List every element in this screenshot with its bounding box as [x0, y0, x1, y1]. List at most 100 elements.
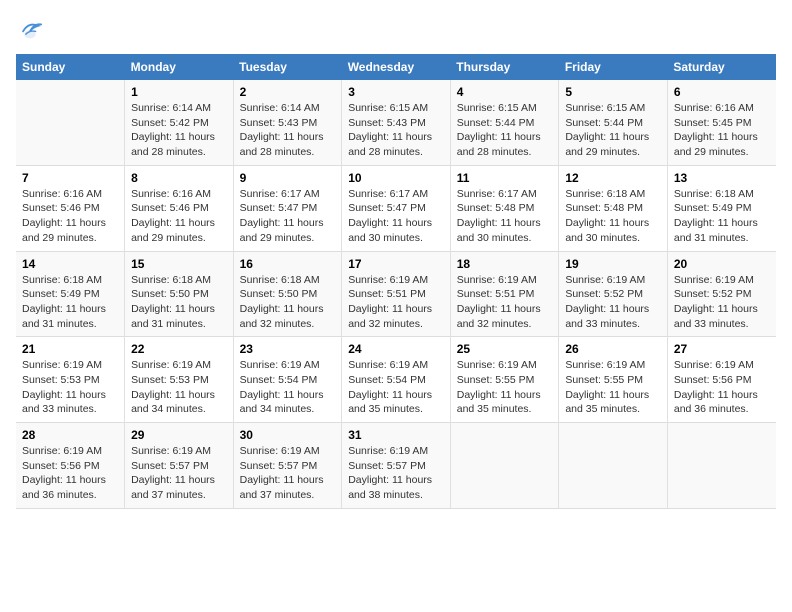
- cell-content-line: Sunset: 5:54 PM: [240, 374, 318, 386]
- cell-content-line: Sunset: 5:44 PM: [565, 117, 643, 129]
- cell-content-line: Daylight: 11 hours: [131, 474, 215, 486]
- cell-content-line: Sunset: 5:49 PM: [22, 288, 100, 300]
- cell-content-line: and 31 minutes.: [131, 318, 206, 330]
- day-number: 15: [131, 257, 227, 271]
- cell-content-line: and 28 minutes.: [457, 146, 532, 158]
- calendar-cell: 1Sunrise: 6:14 AMSunset: 5:42 PMDaylight…: [125, 80, 234, 165]
- cell-content-line: Daylight: 11 hours: [22, 217, 106, 229]
- cell-content-line: Sunrise: 6:19 AM: [565, 359, 645, 371]
- cell-content-line: Daylight: 11 hours: [348, 131, 432, 143]
- cell-content-line: Sunset: 5:53 PM: [22, 374, 100, 386]
- day-number: 24: [348, 342, 444, 356]
- cell-content-line: Sunset: 5:48 PM: [565, 202, 643, 214]
- cell-content-line: Daylight: 11 hours: [457, 131, 541, 143]
- calendar-week-row: 21 Sunrise: 6:19 AM Sunset: 5:53 PM Dayligh…: [16, 337, 776, 423]
- calendar-week-row: 14 Sunrise: 6:18 AM Sunset: 5:49 PM Dayligh…: [16, 251, 776, 337]
- cell-content-line: and 30 minutes.: [565, 232, 640, 244]
- cell-content-line: Sunrise: 6:14 AM: [131, 102, 211, 114]
- day-number: 25: [457, 342, 553, 356]
- cell-content-line: Sunrise: 6:16 AM: [22, 188, 102, 200]
- cell-content-line: Daylight: 11 hours: [22, 474, 106, 486]
- header-day-sunday: Sunday: [16, 54, 125, 80]
- cell-content-line: Sunrise: 6:19 AM: [674, 274, 754, 286]
- cell-content-line: Sunrise: 6:18 AM: [674, 188, 754, 200]
- cell-content-line: Sunrise: 6:19 AM: [22, 445, 102, 457]
- cell-content-line: and 33 minutes.: [674, 318, 749, 330]
- cell-content-line: Sunrise: 6:19 AM: [348, 359, 428, 371]
- cell-content-line: Daylight: 11 hours: [674, 389, 758, 401]
- calendar-cell: 2Sunrise: 6:14 AMSunset: 5:43 PMDaylight…: [233, 80, 342, 165]
- cell-content-line: Sunrise: 6:17 AM: [348, 188, 428, 200]
- cell-content-line: Daylight: 11 hours: [240, 389, 324, 401]
- cell-content-line: Sunrise: 6:14 AM: [240, 102, 320, 114]
- cell-content-line: and 29 minutes.: [674, 146, 749, 158]
- cell-content-line: Daylight: 11 hours: [565, 303, 649, 315]
- calendar-header-row: SundayMondayTuesdayWednesdayThursdayFrid…: [16, 54, 776, 80]
- calendar-cell: 6Sunrise: 6:16 AMSunset: 5:45 PMDaylight…: [667, 80, 776, 165]
- calendar-cell: 29Sunrise: 6:19 AMSunset: 5:57 PMDayligh…: [125, 423, 234, 509]
- cell-content-line: Sunset: 5:46 PM: [22, 202, 100, 214]
- cell-content-line: and 28 minutes.: [348, 146, 423, 158]
- cell-content-line: Sunset: 5:43 PM: [240, 117, 318, 129]
- header-day-saturday: Saturday: [667, 54, 776, 80]
- cell-content-line: Daylight: 11 hours: [131, 389, 215, 401]
- logo-icon: [16, 16, 44, 44]
- calendar-week-row: 1Sunrise: 6:14 AMSunset: 5:42 PMDaylight…: [16, 80, 776, 165]
- cell-content-line: and 32 minutes.: [348, 318, 423, 330]
- calendar-cell: 31Sunrise: 6:19 AMSunset: 5:57 PMDayligh…: [342, 423, 451, 509]
- cell-content-line: and 31 minutes.: [22, 318, 97, 330]
- calendar-cell: 5Sunrise: 6:15 AMSunset: 5:44 PMDaylight…: [559, 80, 668, 165]
- calendar-cell: 9Sunrise: 6:17 AMSunset: 5:47 PMDaylight…: [233, 165, 342, 251]
- cell-content-line: and 33 minutes.: [565, 318, 640, 330]
- cell-content-line: Daylight: 11 hours: [22, 303, 106, 315]
- cell-content-line: Sunset: 5:51 PM: [348, 288, 426, 300]
- cell-content-line: Daylight: 11 hours: [131, 303, 215, 315]
- calendar-cell: 10Sunrise: 6:17 AMSunset: 5:47 PMDayligh…: [342, 165, 451, 251]
- calendar-cell: 26Sunrise: 6:19 AMSunset: 5:55 PMDayligh…: [559, 337, 668, 423]
- calendar-cell: 24Sunrise: 6:19 AMSunset: 5:54 PMDayligh…: [342, 337, 451, 423]
- day-number: 3: [348, 85, 444, 99]
- calendar-cell: 27 Sunrise: 6:19 AM Sunset: 5:56 PM Dayligh…: [667, 337, 776, 423]
- header-day-thursday: Thursday: [450, 54, 559, 80]
- day-number: 14: [22, 257, 118, 271]
- cell-content-line: Sunset: 5:52 PM: [674, 288, 752, 300]
- cell-content-line: Sunrise: 6:19 AM: [240, 445, 320, 457]
- cell-content-line: Sunrise: 6:16 AM: [131, 188, 211, 200]
- cell-content-line: and 38 minutes.: [348, 489, 423, 501]
- cell-content-line: Daylight: 11 hours: [240, 474, 324, 486]
- cell-content-line: Sunrise: 6:18 AM: [131, 274, 211, 286]
- cell-content-line: and 35 minutes.: [457, 403, 532, 415]
- cell-content-line: Sunrise: 6:19 AM: [674, 359, 754, 371]
- cell-content-line: Daylight: 11 hours: [565, 217, 649, 229]
- cell-content-line: Daylight: 11 hours: [674, 131, 758, 143]
- calendar-week-row: 7Sunrise: 6:16 AMSunset: 5:46 PMDaylight…: [16, 165, 776, 251]
- day-number: 11: [457, 171, 553, 185]
- cell-content-line: and 28 minutes.: [131, 146, 206, 158]
- cell-content-line: and 37 minutes.: [240, 489, 315, 501]
- day-number: 22: [131, 342, 227, 356]
- cell-content-line: Daylight: 11 hours: [565, 131, 649, 143]
- day-number: 4: [457, 85, 553, 99]
- cell-content-line: Sunrise: 6:17 AM: [240, 188, 320, 200]
- calendar-cell: 4Sunrise: 6:15 AMSunset: 5:44 PMDaylight…: [450, 80, 559, 165]
- cell-content-line: Sunrise: 6:19 AM: [22, 359, 102, 371]
- cell-content-line: Sunset: 5:51 PM: [457, 288, 535, 300]
- cell-content-line: Sunset: 5:56 PM: [674, 374, 752, 386]
- day-number: 29: [131, 428, 227, 442]
- calendar-cell: 13Sunrise: 6:18 AMSunset: 5:49 PMDayligh…: [667, 165, 776, 251]
- header-day-friday: Friday: [559, 54, 668, 80]
- day-number: 27: [674, 342, 770, 356]
- cell-content-line: Daylight: 11 hours: [131, 131, 215, 143]
- calendar-cell: 12Sunrise: 6:18 AMSunset: 5:48 PMDayligh…: [559, 165, 668, 251]
- logo: [16, 16, 48, 44]
- calendar-cell: 16Sunrise: 6:18 AMSunset: 5:50 PMDayligh…: [233, 251, 342, 337]
- cell-content-line: Daylight: 11 hours: [348, 474, 432, 486]
- header: [16, 16, 776, 44]
- day-number: 21: [22, 342, 118, 356]
- day-number: 30: [240, 428, 336, 442]
- cell-content-line: Sunrise: 6:15 AM: [565, 102, 645, 114]
- cell-content-line: Sunset: 5:48 PM: [457, 202, 535, 214]
- cell-content-line: Sunset: 5:54 PM: [348, 374, 426, 386]
- calendar-cell: 11Sunrise: 6:17 AMSunset: 5:48 PMDayligh…: [450, 165, 559, 251]
- day-number: 20: [674, 257, 770, 271]
